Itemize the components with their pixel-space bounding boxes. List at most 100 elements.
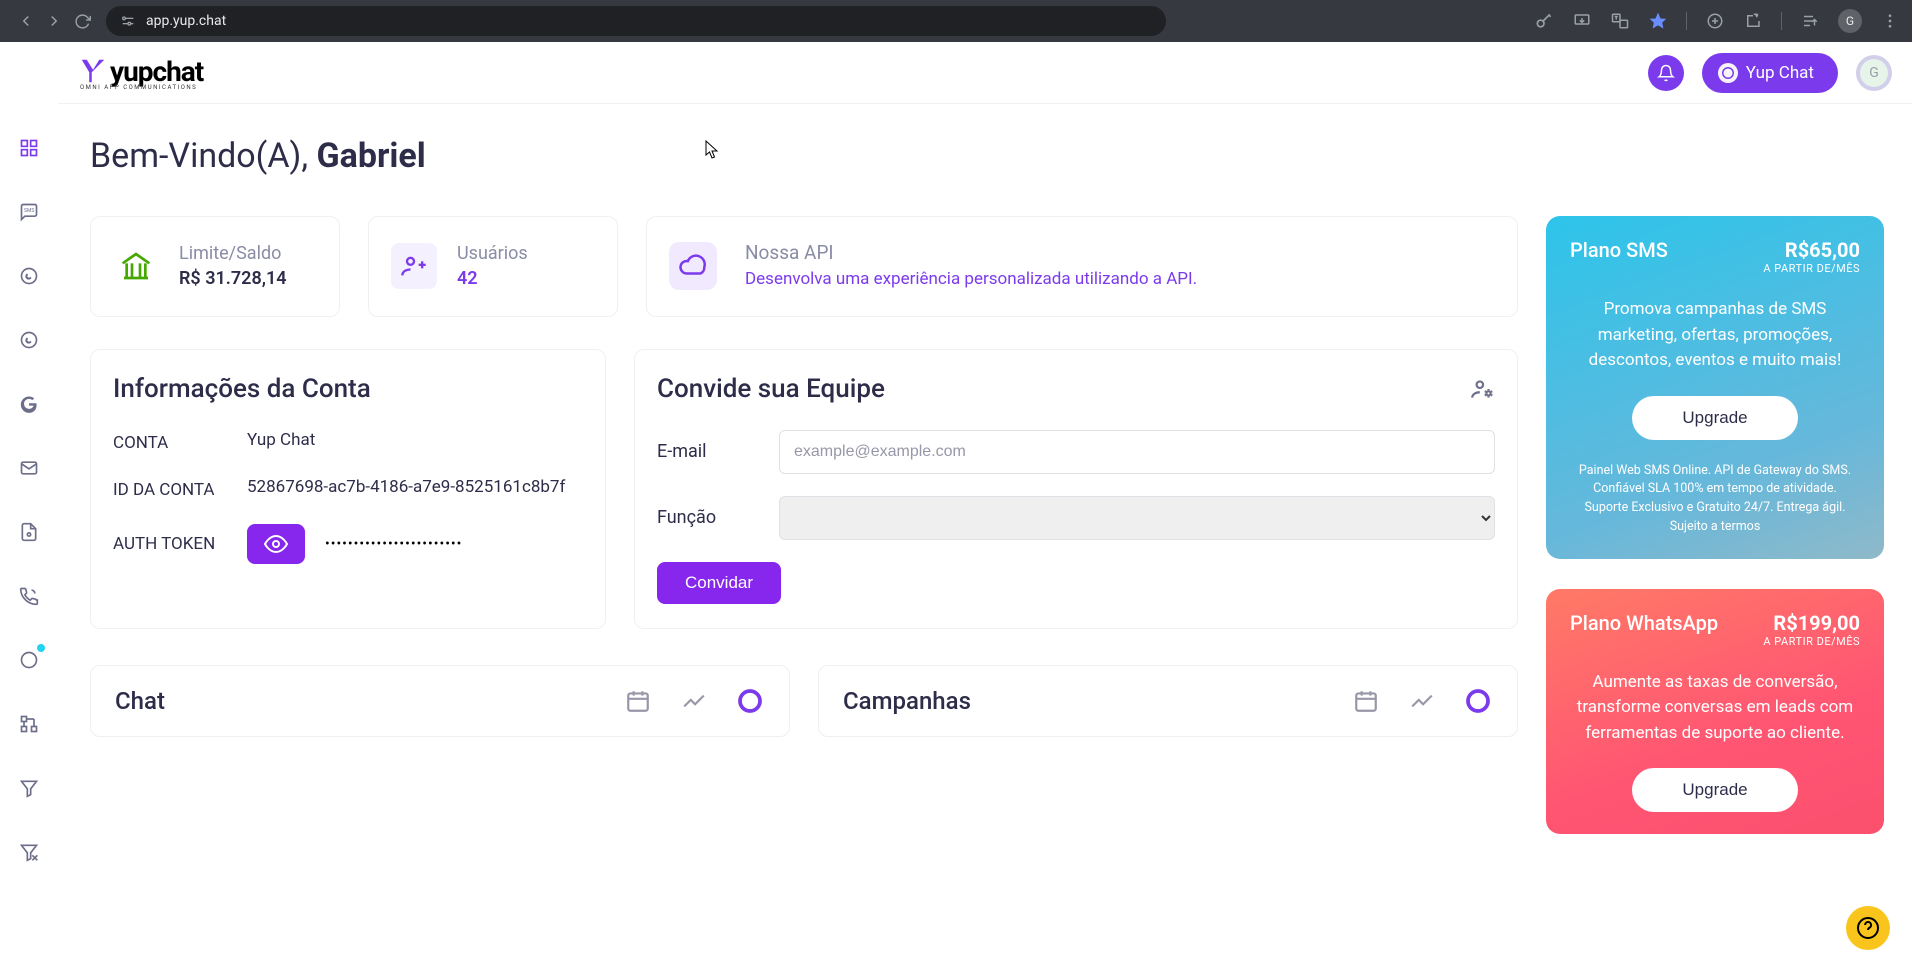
campaigns-donut-chart-icon[interactable] bbox=[1463, 686, 1493, 716]
invite-title: Convide sua Equipe bbox=[657, 374, 885, 404]
yupchat-logo-icon bbox=[78, 56, 108, 86]
svg-text:SMS: SMS bbox=[24, 208, 34, 214]
users-card: Usuários 42 bbox=[368, 216, 618, 317]
workspace-icon bbox=[1718, 63, 1738, 83]
promo-wa-price-sub: A PARTIR DE/MÊS bbox=[1763, 635, 1860, 648]
browser-avatar-letter: G bbox=[1846, 14, 1854, 28]
sidebar-documents-icon[interactable] bbox=[15, 518, 43, 546]
sidebar-chat-icon[interactable] bbox=[15, 646, 43, 674]
app-topbar: yupchat OMNI APP COMMUNICATIONS Yup Chat… bbox=[58, 42, 1912, 104]
chat-chart-title: Chat bbox=[115, 687, 165, 715]
email-label: E-mail bbox=[657, 441, 779, 462]
account-info-title: Informações da Conta bbox=[113, 374, 583, 404]
password-key-icon[interactable] bbox=[1534, 11, 1554, 31]
account-token-label: AUTH TOKEN bbox=[113, 531, 247, 558]
api-title: Nossa API bbox=[745, 241, 1197, 264]
chat-calendar-icon[interactable] bbox=[623, 686, 653, 716]
chrome-divider bbox=[1686, 12, 1687, 30]
sidebar-whatsapp-icon[interactable] bbox=[15, 262, 43, 290]
browser-menu-icon[interactable] bbox=[1880, 11, 1900, 31]
campaigns-line-chart-icon[interactable] bbox=[1407, 686, 1437, 716]
promo-wa-name: Plano WhatsApp bbox=[1570, 611, 1718, 635]
account-conta-value: Yup Chat bbox=[247, 430, 315, 457]
role-select[interactable] bbox=[779, 496, 1495, 540]
sidebar-voice-icon[interactable] bbox=[15, 582, 43, 610]
cloud-icon bbox=[669, 242, 717, 290]
promo-wa-upgrade-button[interactable]: Upgrade bbox=[1632, 768, 1797, 812]
campaigns-calendar-icon[interactable] bbox=[1351, 686, 1381, 716]
users-value: 42 bbox=[457, 268, 528, 289]
browser-profile-avatar[interactable]: G bbox=[1838, 9, 1862, 33]
sidebar-filter-remove-icon[interactable] bbox=[15, 838, 43, 866]
balance-card: Limite/Saldo R$ 31.728,14 bbox=[90, 216, 340, 317]
reveal-token-button[interactable] bbox=[247, 524, 305, 564]
balance-value: R$ 31.728,14 bbox=[179, 268, 287, 289]
account-token-value: •••••••••••••••••••••••• bbox=[325, 536, 462, 552]
browser-address-bar[interactable]: app.yup.chat bbox=[106, 6, 1166, 36]
welcome-heading: Bem-Vindo(A), Gabriel bbox=[90, 136, 1884, 176]
browser-back-button[interactable] bbox=[12, 7, 40, 35]
role-label: Função bbox=[657, 507, 779, 528]
account-info-card: Informações da Conta CONTA Yup Chat ID D… bbox=[90, 349, 606, 629]
invite-button[interactable]: Convidar bbox=[657, 562, 781, 604]
api-card[interactable]: Nossa API Desenvolva uma experiência per… bbox=[646, 216, 1518, 317]
sidebar-google-icon[interactable] bbox=[15, 390, 43, 418]
promo-sms-card: Plano SMS R$65,00 A PARTIR DE/MÊS Promov… bbox=[1546, 216, 1884, 559]
browser-forward-button[interactable] bbox=[40, 7, 68, 35]
translate-icon[interactable] bbox=[1610, 11, 1630, 31]
chrome-divider bbox=[1781, 12, 1782, 30]
bank-icon bbox=[113, 243, 159, 289]
invite-team-card: Convide sua Equipe E-mail Função bbox=[634, 349, 1518, 629]
extensions-icon[interactable] bbox=[1743, 11, 1763, 31]
welcome-prefix: Bem-Vindo(A), bbox=[90, 136, 316, 176]
url-text: app.yup.chat bbox=[146, 13, 226, 29]
app-logo[interactable]: yupchat OMNI APP COMMUNICATIONS bbox=[78, 55, 203, 91]
team-settings-icon[interactable] bbox=[1469, 376, 1495, 402]
promo-wa-price: R$199,00 bbox=[1763, 611, 1860, 635]
logo-subtitle: OMNI APP COMMUNICATIONS bbox=[80, 84, 203, 91]
site-settings-icon[interactable] bbox=[120, 13, 136, 29]
promo-sms-price-sub: A PARTIR DE/MÊS bbox=[1763, 262, 1860, 275]
browser-chrome: app.yup.chat G bbox=[0, 0, 1912, 42]
sidebar-email-icon[interactable] bbox=[15, 454, 43, 482]
notifications-bell-button[interactable] bbox=[1648, 55, 1684, 91]
user-avatar[interactable]: G bbox=[1856, 55, 1892, 91]
balance-label: Limite/Saldo bbox=[179, 243, 287, 264]
browser-reload-button[interactable] bbox=[68, 7, 96, 35]
api-description: Desenvolva uma experiência personalizada… bbox=[745, 268, 1197, 292]
promo-sms-price: R$65,00 bbox=[1763, 238, 1860, 262]
bookmark-star-icon[interactable] bbox=[1648, 11, 1668, 31]
users-icon bbox=[391, 243, 437, 289]
campaigns-chart-card: Campanhas bbox=[818, 665, 1518, 737]
promo-whatsapp-card: Plano WhatsApp R$199,00 A PARTIR DE/MÊS … bbox=[1546, 589, 1884, 835]
account-id-value: 52867698-ac7b-4186-a7e9-8525161c8b7f bbox=[247, 477, 565, 504]
sidebar-dashboard-icon[interactable] bbox=[15, 134, 43, 162]
sidebar-filter-icon[interactable] bbox=[15, 774, 43, 802]
promo-sms-body: Promova campanhas de SMS marketing, ofer… bbox=[1570, 297, 1860, 374]
welcome-username: Gabriel bbox=[316, 136, 425, 176]
users-label: Usuários bbox=[457, 243, 528, 264]
sidebar-whatsapp-web-icon[interactable] bbox=[15, 326, 43, 354]
install-app-icon[interactable] bbox=[1572, 11, 1592, 31]
logo-text: yupchat bbox=[110, 55, 203, 88]
account-id-label: ID DA CONTA bbox=[113, 477, 247, 504]
notification-dot bbox=[37, 644, 45, 652]
media-control-icon[interactable] bbox=[1800, 11, 1820, 31]
promo-sms-footer: Painel Web SMS Online. API de Gateway do… bbox=[1570, 462, 1860, 537]
campaigns-chart-title: Campanhas bbox=[843, 687, 971, 715]
account-conta-label: CONTA bbox=[113, 430, 247, 457]
chat-line-chart-icon[interactable] bbox=[679, 686, 709, 716]
help-fab-button[interactable] bbox=[1846, 906, 1890, 950]
chat-chart-card: Chat bbox=[90, 665, 790, 737]
email-input[interactable] bbox=[779, 430, 1495, 474]
new-tab-plus-icon[interactable] bbox=[1705, 11, 1725, 31]
sidebar-sms-icon[interactable]: SMS bbox=[15, 198, 43, 226]
promo-sms-upgrade-button[interactable]: Upgrade bbox=[1632, 396, 1797, 440]
avatar-letter: G bbox=[1869, 65, 1879, 81]
workspace-name: Yup Chat bbox=[1746, 63, 1814, 83]
sidebar-flow-icon[interactable] bbox=[15, 710, 43, 738]
chat-donut-chart-icon[interactable] bbox=[735, 686, 765, 716]
workspace-selector-pill[interactable]: Yup Chat bbox=[1702, 53, 1838, 93]
app-sidebar: SMS bbox=[0, 42, 58, 960]
promo-wa-body: Aumente as taxas de conversão, transform… bbox=[1570, 670, 1860, 747]
